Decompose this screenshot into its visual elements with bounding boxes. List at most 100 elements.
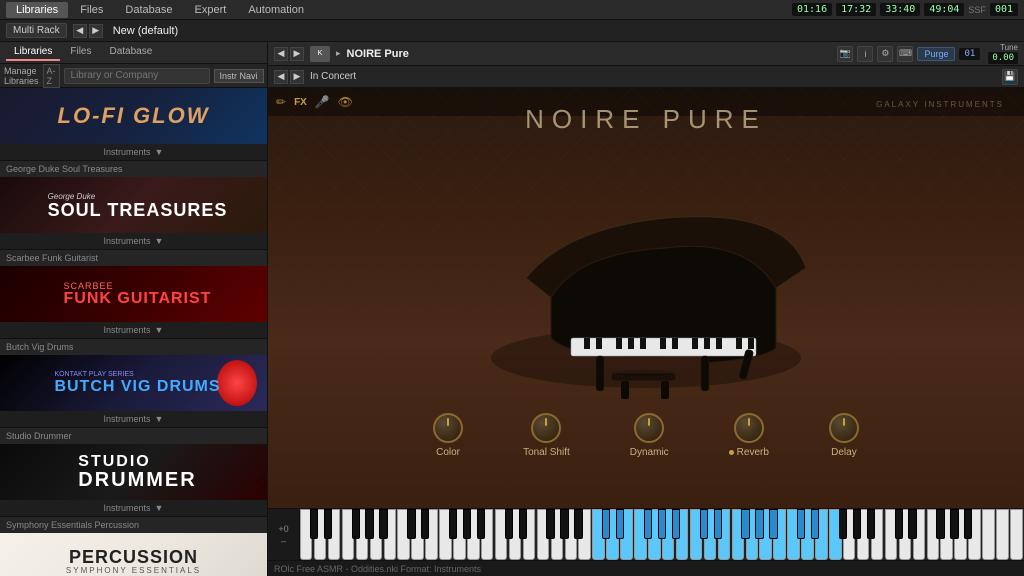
scarbee-main-title: FUNK GUITARIST — [64, 291, 212, 307]
knob-dynamic[interactable] — [634, 413, 664, 443]
lofi-dropdown-icon[interactable]: ▼ — [155, 147, 164, 157]
black-key[interactable] — [853, 509, 861, 539]
library-search-input[interactable] — [64, 68, 210, 84]
black-key[interactable] — [644, 509, 652, 539]
studio-section-header[interactable]: Studio Drummer — [0, 428, 267, 444]
scarbee-dropdown-icon[interactable]: ▼ — [155, 325, 164, 335]
purge-button[interactable]: Purge — [917, 47, 955, 61]
percussion-section-header[interactable]: Symphony Essentials Percussion — [0, 517, 267, 533]
library-banner-percussion[interactable]: PERCUSSION SYMPHONY ESSENTIALS — [0, 533, 267, 576]
info-icon[interactable]: i — [857, 46, 873, 62]
black-key[interactable] — [407, 509, 415, 539]
black-key[interactable] — [324, 509, 332, 539]
library-banner-lofi[interactable]: LO-FI GLOW — [0, 88, 267, 144]
black-key[interactable] — [574, 509, 582, 539]
eye-icon[interactable]: 👁 — [338, 95, 353, 109]
top-nav-bar: Libraries Files Database Expert Automati… — [0, 0, 1024, 20]
inst-next-arrow[interactable]: ▶ — [290, 47, 304, 61]
black-key[interactable] — [895, 509, 903, 539]
ssf-label: SSF — [968, 5, 986, 15]
black-key[interactable] — [672, 509, 680, 539]
inst-prev-arrow[interactable]: ◀ — [274, 47, 288, 61]
mic-icon[interactable]: 🎤 — [315, 95, 330, 109]
preset-prev-arrow[interactable]: ◀ — [274, 70, 288, 84]
knob-group-tonal: Tonal Shift — [523, 413, 570, 458]
black-key[interactable] — [964, 509, 972, 539]
butchvig-dropdown-icon[interactable]: ▼ — [155, 414, 164, 424]
library-banner-butchvig[interactable]: KONTAKT PLAY SERIES BUTCH VIG DRUMS — [0, 355, 267, 411]
black-key[interactable] — [908, 509, 916, 539]
butchvig-main-title: BUTCH VIG DRUMS — [54, 378, 220, 396]
preset-next-arrow[interactable]: ▶ — [290, 70, 304, 84]
keyboard-icon[interactable]: ⌨ — [897, 46, 913, 62]
black-key[interactable] — [421, 509, 429, 539]
black-key[interactable] — [700, 509, 708, 539]
black-key[interactable] — [769, 509, 777, 539]
black-key[interactable] — [936, 509, 944, 539]
white-key[interactable] — [1010, 509, 1022, 560]
knob-tonal[interactable] — [531, 413, 561, 443]
scarbee-section-header[interactable]: Scarbee Funk Guitarist — [0, 250, 267, 266]
keyboard-wrapper — [300, 509, 1024, 560]
sidebar-tabs: Libraries Files Database — [6, 44, 160, 61]
knob-color[interactable] — [433, 413, 463, 443]
library-banner-soul[interactable]: George Duke SOUL TREASURES — [0, 177, 267, 233]
tab-prev-arrow[interactable]: ◀ — [73, 24, 87, 38]
white-key[interactable] — [982, 509, 994, 560]
nav-automation[interactable]: Automation — [238, 2, 314, 18]
fx-button[interactable]: FX — [294, 97, 307, 108]
soul-section-header[interactable]: George Duke Soul Treasures — [0, 161, 267, 177]
black-key[interactable] — [755, 509, 763, 539]
butchvig-banner-image: KONTAKT PLAY SERIES BUTCH VIG DRUMS — [0, 355, 267, 411]
knob-reverb[interactable] — [734, 413, 764, 443]
white-key[interactable] — [996, 509, 1008, 560]
library-banner-studio[interactable]: STUDIO DRUMMER — [0, 444, 267, 500]
black-key[interactable] — [352, 509, 360, 539]
tab-next-arrow[interactable]: ▶ — [89, 24, 103, 38]
multirack-button[interactable]: Multi Rack — [6, 23, 67, 38]
knob-delay[interactable] — [829, 413, 859, 443]
instrument-viewport: ✏ FX 🎤 👁 NOIRE PURE GALAXY INSTRUMENTS — [268, 88, 1024, 508]
camera-icon[interactable]: 📷 — [837, 46, 853, 62]
nav-expert[interactable]: Expert — [185, 2, 237, 18]
black-key[interactable] — [839, 509, 847, 539]
manage-libraries-btn[interactable]: Manage Libraries — [4, 66, 39, 86]
nav-libraries[interactable]: Libraries — [6, 2, 68, 18]
black-key[interactable] — [811, 509, 819, 539]
reverb-dot-icon — [729, 450, 734, 455]
tab-database[interactable]: Database — [101, 44, 160, 61]
black-key[interactable] — [449, 509, 457, 539]
black-key[interactable] — [560, 509, 568, 539]
black-key[interactable] — [950, 509, 958, 539]
black-key[interactable] — [505, 509, 513, 539]
time-display-5: 001 — [990, 3, 1018, 16]
black-key[interactable] — [741, 509, 749, 539]
black-key[interactable] — [616, 509, 624, 539]
black-key[interactable] — [477, 509, 485, 539]
settings-icon[interactable]: ⚙ — [877, 46, 893, 62]
instr-navi-btn[interactable]: Instr Navi — [214, 69, 264, 83]
nav-files[interactable]: Files — [70, 2, 113, 18]
black-key[interactable] — [867, 509, 875, 539]
tab-files[interactable]: Files — [62, 44, 99, 61]
black-key[interactable] — [546, 509, 554, 539]
black-key[interactable] — [658, 509, 666, 539]
black-key[interactable] — [714, 509, 722, 539]
studio-footer: Instruments ▼ — [0, 500, 267, 516]
black-key[interactable] — [519, 509, 527, 539]
butchvig-section-header[interactable]: Butch Vig Drums — [0, 339, 267, 355]
preset-save-icon[interactable]: 💾 — [1002, 69, 1018, 85]
nav-database[interactable]: Database — [115, 2, 182, 18]
butchvig-sub-text: KONTAKT PLAY SERIES — [54, 371, 220, 378]
black-key[interactable] — [602, 509, 610, 539]
pencil-icon[interactable]: ✏ — [276, 95, 286, 109]
soul-dropdown-icon[interactable]: ▼ — [155, 236, 164, 246]
black-key[interactable] — [797, 509, 805, 539]
library-banner-scarbee[interactable]: SCARBEE FUNK GUITARIST — [0, 266, 267, 322]
studio-dropdown-icon[interactable]: ▼ — [155, 503, 164, 513]
black-key[interactable] — [310, 509, 318, 539]
black-key[interactable] — [463, 509, 471, 539]
black-key[interactable] — [379, 509, 387, 539]
black-key[interactable] — [365, 509, 373, 539]
tab-libraries[interactable]: Libraries — [6, 44, 60, 61]
